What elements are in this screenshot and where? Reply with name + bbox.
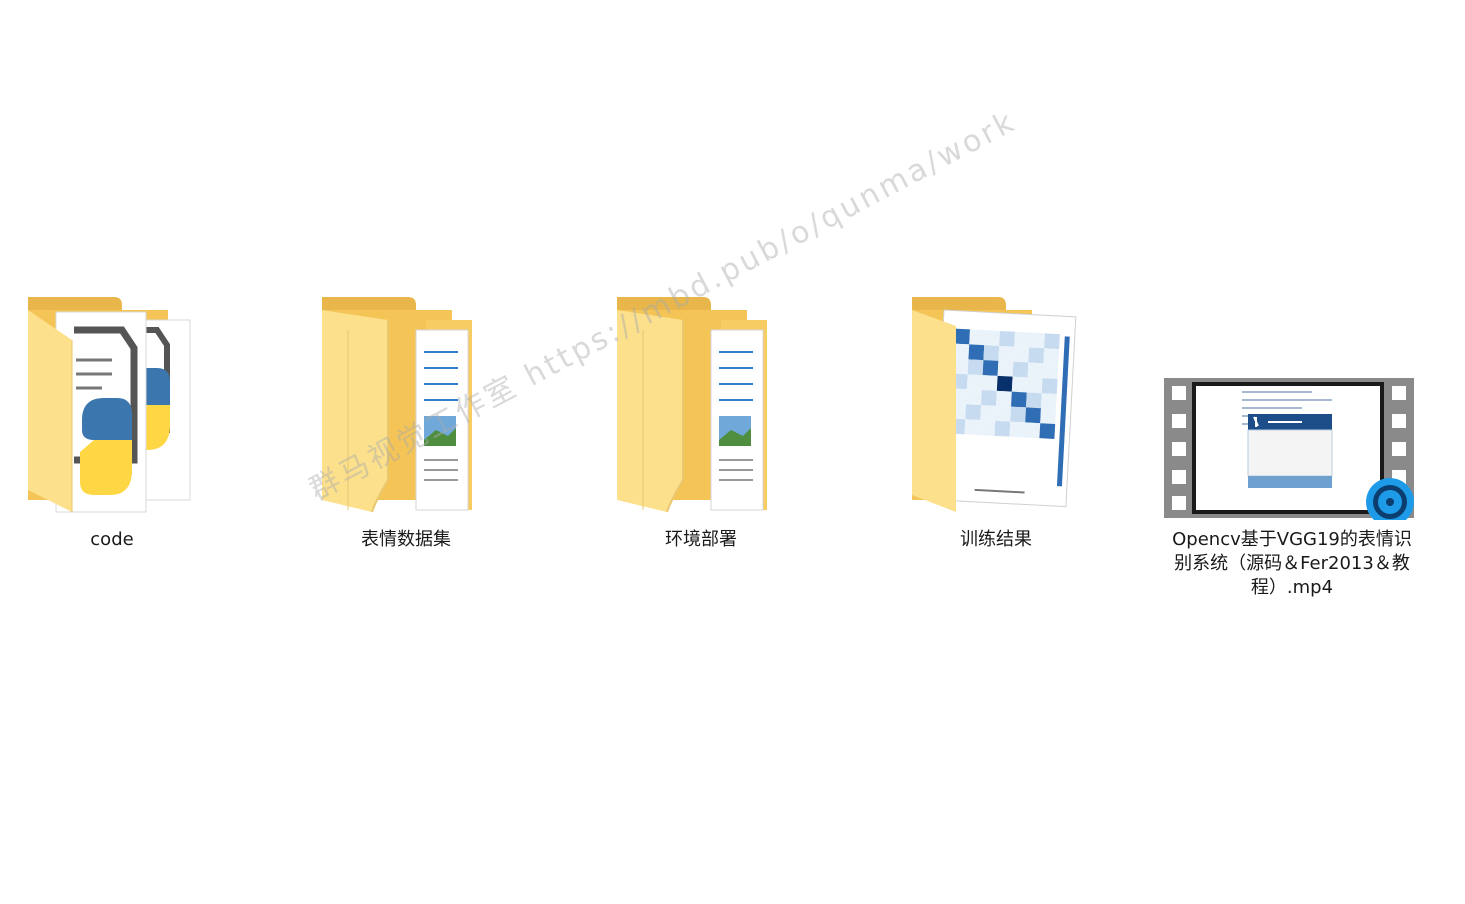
item-label: Opencv基于VGG19的表情识别系统（源码＆Fer2013＆教程）.mp4 bbox=[1172, 529, 1412, 598]
item-label: code bbox=[90, 529, 134, 550]
item-label: 环境部署 bbox=[665, 529, 737, 550]
folder-chart-icon bbox=[866, 290, 1126, 520]
folder-python-icon bbox=[0, 290, 242, 520]
folder-results[interactable]: 训练结果 bbox=[866, 290, 1126, 552]
video-thumbnail bbox=[1162, 290, 1422, 520]
folder-code[interactable]: code bbox=[0, 290, 242, 552]
video-file[interactable]: Opencv基于VGG19的表情识别系统（源码＆Fer2013＆教程）.mp4 bbox=[1162, 290, 1422, 600]
folder-dataset[interactable]: 表情数据集 bbox=[276, 290, 536, 552]
item-label: 训练结果 bbox=[960, 529, 1032, 550]
item-label: 表情数据集 bbox=[361, 529, 451, 550]
folder-document-icon bbox=[571, 290, 831, 520]
folder-document-icon bbox=[276, 290, 536, 520]
folder-environment[interactable]: 环境部署 bbox=[571, 290, 831, 552]
file-explorer-view: code 表情数据集 环境部署 训练结果 Opencv基于VGG19的表情识别系… bbox=[0, 0, 1465, 904]
